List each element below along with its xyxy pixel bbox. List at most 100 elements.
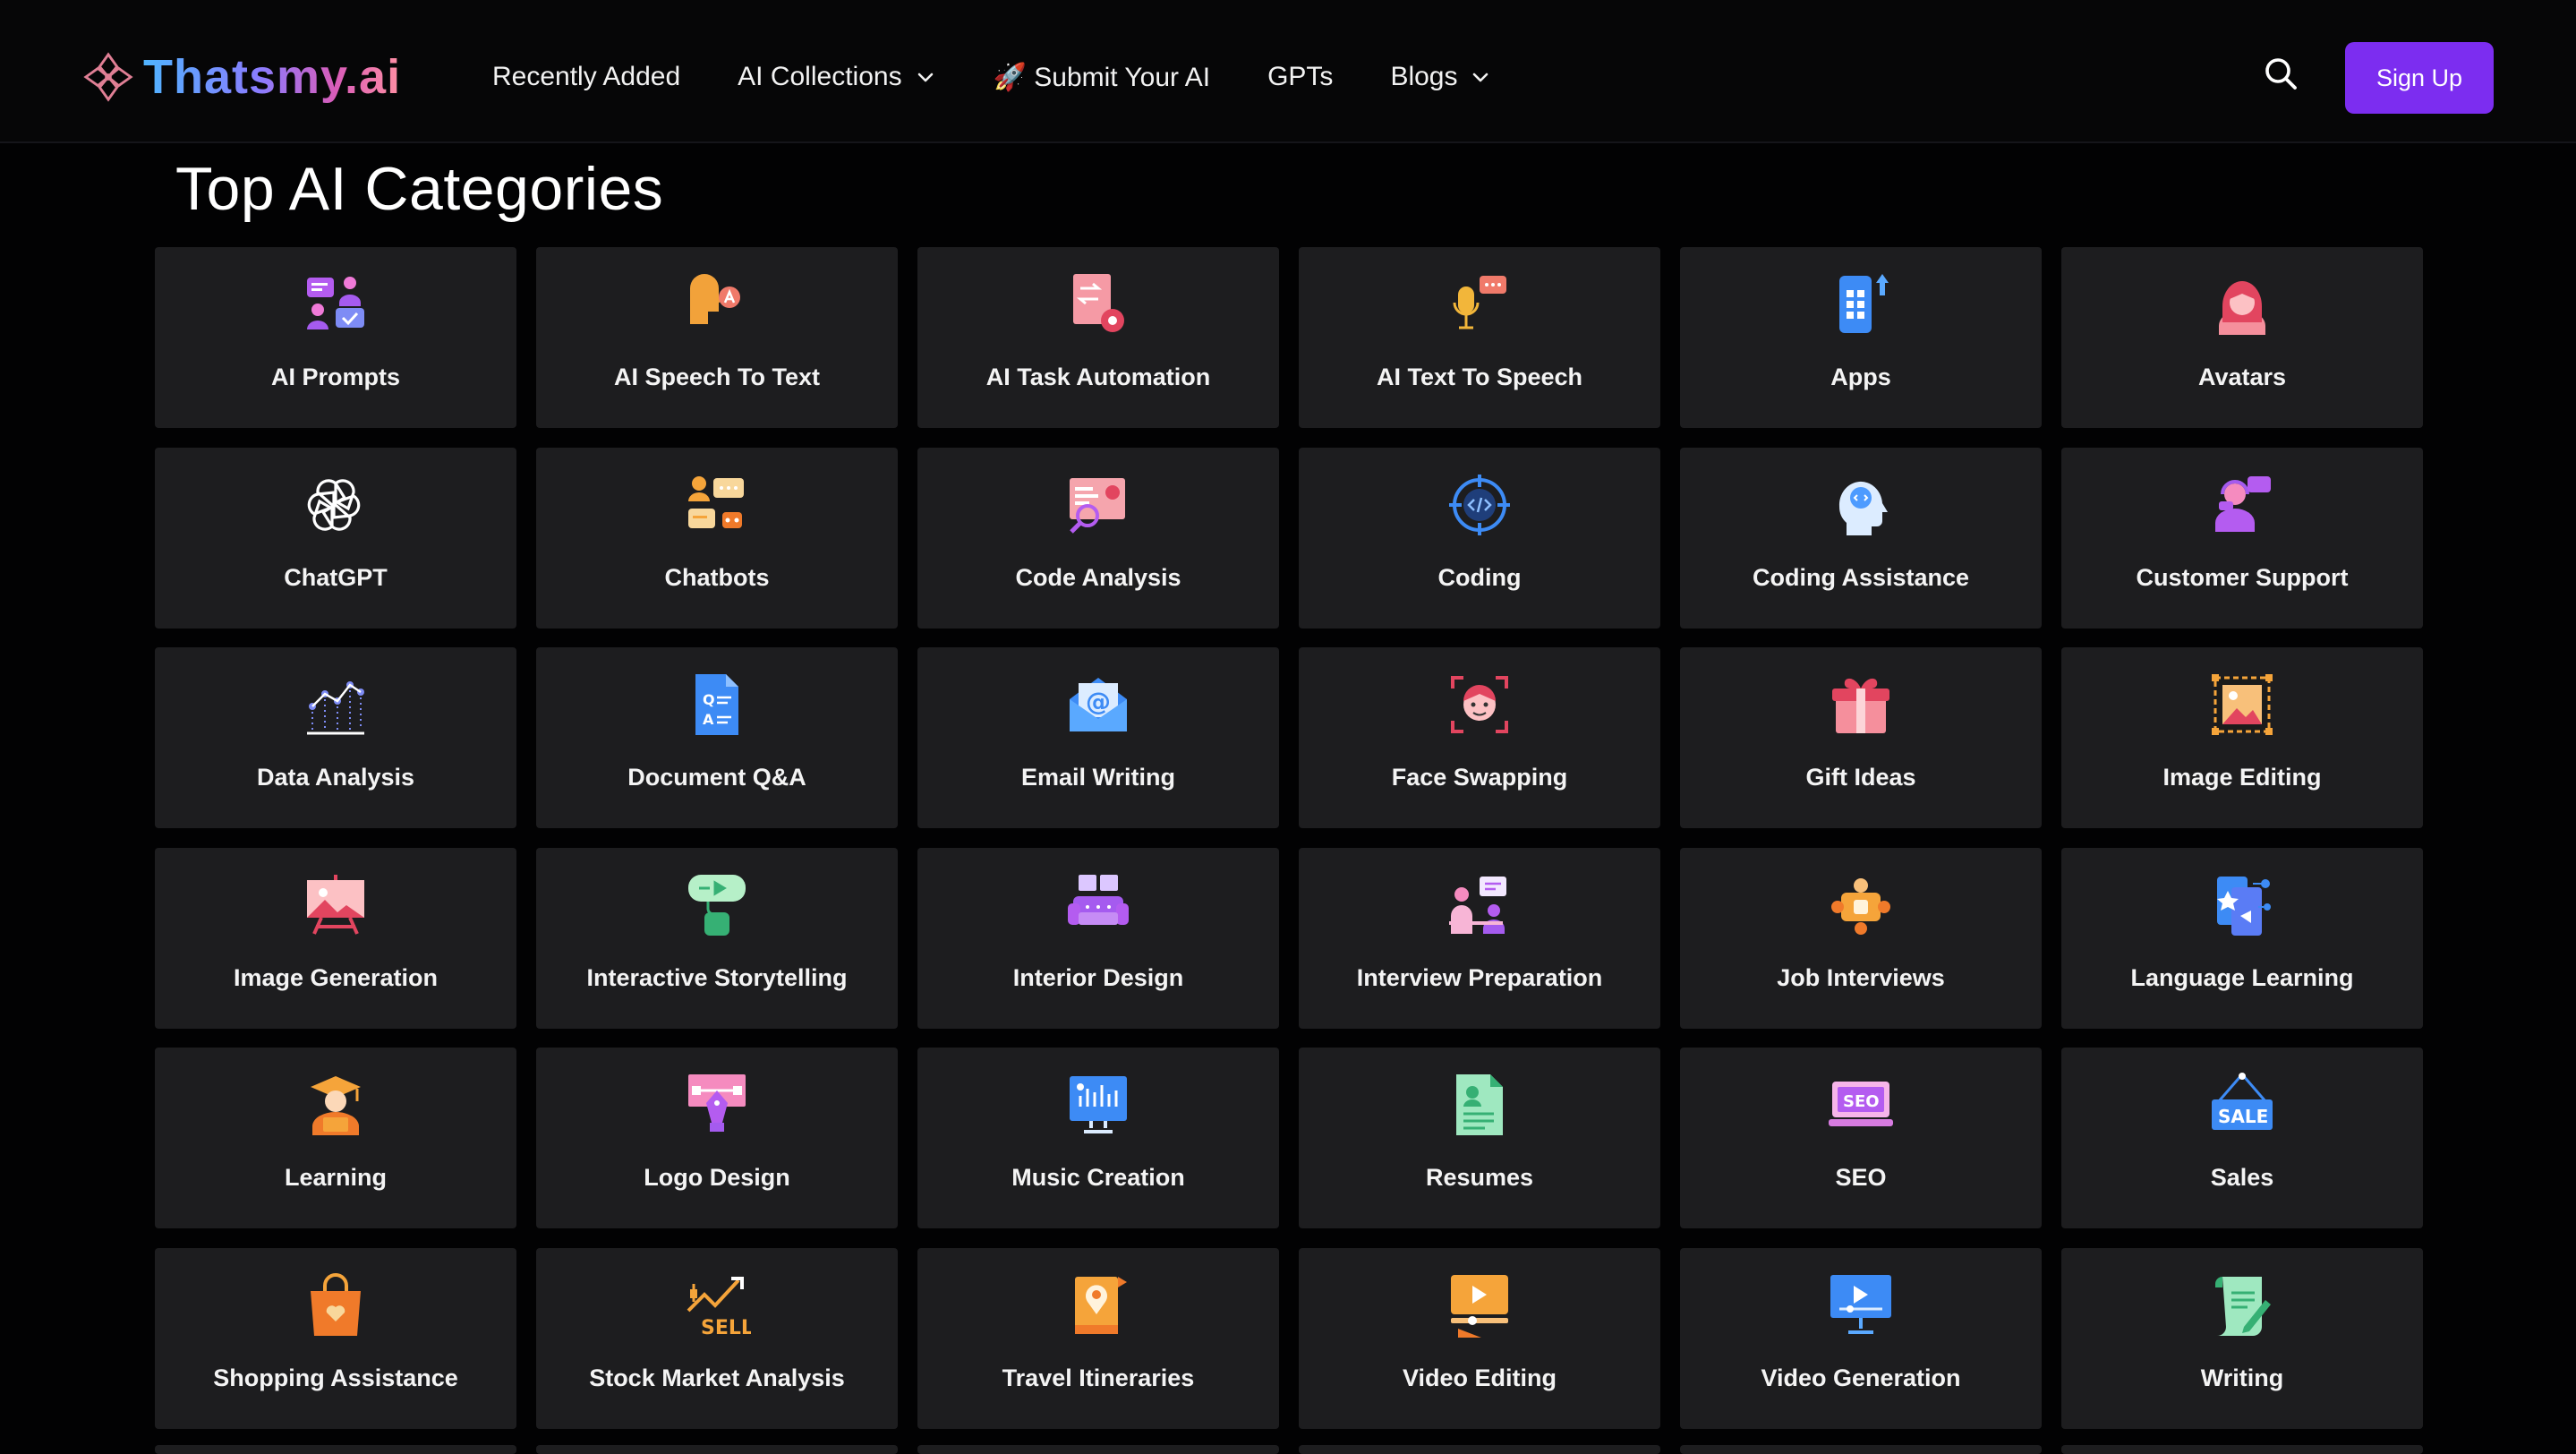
nav-label: AI Collections xyxy=(738,62,902,91)
chatbot-icon xyxy=(688,475,744,528)
category-card[interactable]: Q A Document Q&A xyxy=(536,647,898,829)
stock-sell-icon: SELL xyxy=(687,1276,751,1339)
logo-text: Thatsmy.ai xyxy=(143,50,402,104)
category-card[interactable]: Avatars xyxy=(2061,247,2423,428)
category-label: Stock Market Analysis xyxy=(589,1364,845,1391)
category-label: Coding Assistance xyxy=(1752,563,1970,591)
sign-up-button[interactable]: Sign Up xyxy=(2345,42,2494,114)
category-label: Video Editing xyxy=(1402,1364,1557,1391)
image-editing-icon xyxy=(2212,674,2273,736)
category-card-partial[interactable] xyxy=(536,1445,898,1454)
search-icon[interactable] xyxy=(2263,56,2299,91)
category-label: Face Swapping xyxy=(1391,764,1568,791)
category-card[interactable]: SELL Stock Market Analysis xyxy=(536,1247,898,1429)
category-label: Writing xyxy=(2200,1364,2284,1391)
category-card[interactable]: Interview Preparation xyxy=(1299,847,1660,1029)
category-card[interactable]: Learning xyxy=(155,1048,516,1229)
image-generation-icon xyxy=(307,874,364,935)
category-label: Customer Support xyxy=(2136,563,2349,591)
nav-recently-added[interactable]: Recently Added xyxy=(492,62,680,92)
shopping-bag-icon xyxy=(311,1272,361,1336)
category-card[interactable]: Chatbots xyxy=(536,447,898,629)
category-card[interactable]: Image Generation xyxy=(155,847,516,1029)
chevron-down-icon xyxy=(1473,73,1488,82)
category-card[interactable]: Writing xyxy=(2061,1247,2423,1429)
category-card[interactable]: Interactive Storytelling xyxy=(536,847,898,1029)
svg-text:SALE: SALE xyxy=(2218,1106,2268,1127)
writing-icon xyxy=(2215,1276,2271,1336)
category-card[interactable]: Resumes xyxy=(1299,1048,1660,1229)
category-card[interactable]: SALE Sales xyxy=(2061,1048,2423,1229)
category-card-partial[interactable] xyxy=(1299,1445,1660,1454)
site-logo[interactable]: Thatsmy.ai xyxy=(82,48,401,106)
category-card[interactable]: Video Generation xyxy=(1680,1247,2042,1429)
nav-label: 🚀 Submit Your AI xyxy=(993,62,1211,92)
category-card-partial[interactable] xyxy=(155,1445,516,1454)
text-to-speech-icon xyxy=(1453,276,1506,329)
category-label: Shopping Assistance xyxy=(213,1364,458,1391)
video-generation-icon xyxy=(1830,1274,1891,1334)
category-card-partial[interactable] xyxy=(2061,1445,2423,1454)
category-label: ChatGPT xyxy=(284,563,388,591)
category-card[interactable]: Gift Ideas xyxy=(1680,647,2042,829)
category-card[interactable]: Music Creation xyxy=(917,1048,1279,1229)
category-label: Learning xyxy=(284,1164,387,1192)
svg-text:Q: Q xyxy=(703,691,715,708)
resume-icon xyxy=(1456,1074,1503,1136)
category-label: Document Q&A xyxy=(627,764,806,791)
category-label: Code Analysis xyxy=(1015,563,1181,591)
category-card[interactable]: Code Analysis xyxy=(917,447,1279,629)
category-label: Data Analysis xyxy=(256,764,415,791)
category-card-partial[interactable] xyxy=(1680,1445,2042,1454)
category-label: SEO xyxy=(1835,1164,1887,1192)
category-label: Resumes xyxy=(1425,1164,1534,1192)
category-card[interactable]: ChatGPT xyxy=(155,447,516,629)
svg-text:SELL: SELL xyxy=(701,1317,751,1339)
category-label: Coding xyxy=(1437,563,1522,591)
category-card[interactable]: Data Analysis xyxy=(155,647,516,829)
category-card[interactable]: AI Text To Speech xyxy=(1299,247,1660,428)
nav-ai-collections[interactable]: AI Collections xyxy=(738,62,935,92)
interview-icon xyxy=(1449,876,1506,934)
category-card[interactable]: Coding Assistance xyxy=(1680,447,2042,629)
category-card[interactable]: AI Prompts xyxy=(155,247,516,428)
top-navbar: Thatsmy.ai Recently Added AI Collections… xyxy=(0,0,2576,143)
category-card[interactable]: Interior Design xyxy=(917,847,1279,1029)
travel-map-icon xyxy=(1075,1276,1127,1334)
category-card[interactable]: @ Email Writing xyxy=(917,647,1279,829)
category-label: Travel Itineraries xyxy=(1002,1364,1195,1391)
avatar-icon xyxy=(2219,281,2265,335)
category-card-partial[interactable] xyxy=(917,1445,1279,1454)
category-card[interactable]: AI Speech To Text xyxy=(536,247,898,428)
category-label: Language Learning xyxy=(2130,963,2354,991)
category-label: AI Speech To Text xyxy=(613,364,821,390)
category-card[interactable]: Video Editing xyxy=(1299,1247,1660,1429)
svg-text:SEO: SEO xyxy=(1843,1092,1880,1111)
svg-text:A: A xyxy=(703,711,714,728)
category-label: Interior Design xyxy=(1012,963,1184,991)
nav-gpts[interactable]: GPTs xyxy=(1267,62,1333,92)
category-card[interactable]: Job Interviews xyxy=(1680,847,2042,1029)
category-label: Email Writing xyxy=(1020,764,1176,791)
graduate-icon xyxy=(311,1076,361,1136)
category-card[interactable]: Customer Support xyxy=(2061,447,2423,629)
category-card[interactable]: Coding xyxy=(1299,447,1660,629)
language-learning-icon xyxy=(2217,876,2271,936)
nav-submit-ai[interactable]: 🚀 Submit Your AI xyxy=(994,62,1211,93)
logo-design-icon xyxy=(688,1074,746,1133)
category-card[interactable]: Language Learning xyxy=(2061,847,2423,1029)
category-card[interactable]: Apps xyxy=(1680,247,2042,428)
category-card[interactable]: Image Editing xyxy=(2061,647,2423,829)
face-swap-icon xyxy=(1451,676,1508,734)
category-card[interactable]: AI Task Automation xyxy=(917,247,1279,428)
category-card[interactable]: Travel Itineraries xyxy=(917,1247,1279,1429)
category-label: Interview Preparation xyxy=(1356,963,1603,991)
category-card[interactable]: SEO SEO xyxy=(1680,1048,2042,1229)
coding-assistance-icon xyxy=(1838,481,1888,535)
category-card[interactable]: Shopping Assistance xyxy=(155,1247,516,1429)
category-card[interactable]: Logo Design xyxy=(536,1048,898,1229)
nav-label: Recently Added xyxy=(492,62,681,91)
category-card[interactable]: Face Swapping xyxy=(1299,647,1660,829)
chevron-down-icon xyxy=(917,73,933,82)
nav-blogs[interactable]: Blogs xyxy=(1390,62,1491,92)
